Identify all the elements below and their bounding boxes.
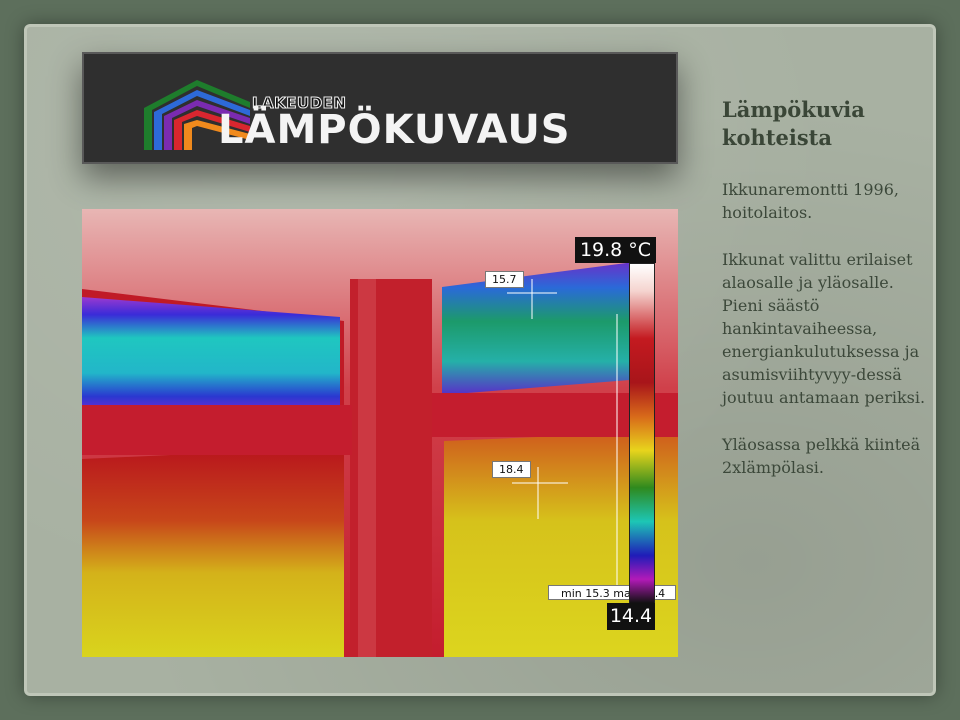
logo-big-text: LÄMPÖKUVAUS <box>218 107 571 153</box>
spot-temp-upper: 15.7 <box>485 271 524 288</box>
scale-min-label: 14.4 <box>607 603 655 630</box>
temperature-scale-bar <box>629 263 655 604</box>
description-panel: Lämpökuvia kohteista Ikkunaremontti 1996… <box>722 96 932 503</box>
company-logo: LAKEUDEN LÄMPÖKUVAUS <box>82 52 678 164</box>
paragraph-2: Ikkunat valittu erilaiset alaosalle ja y… <box>722 250 926 407</box>
panel-title: Lämpökuvia kohteista <box>722 97 865 150</box>
spot-temp-lower: 18.4 <box>492 461 531 478</box>
paragraph-3: Yläosassa pelkkä kiinteä 2xlämpölasi. <box>722 435 921 477</box>
min-max-readout: min 15.3 max 19.4 <box>548 585 676 600</box>
paragraph-1: Ikkunaremontti 1996, hoitolaitos. <box>722 180 899 222</box>
scale-max-label: 19.8 °C <box>575 237 656 263</box>
